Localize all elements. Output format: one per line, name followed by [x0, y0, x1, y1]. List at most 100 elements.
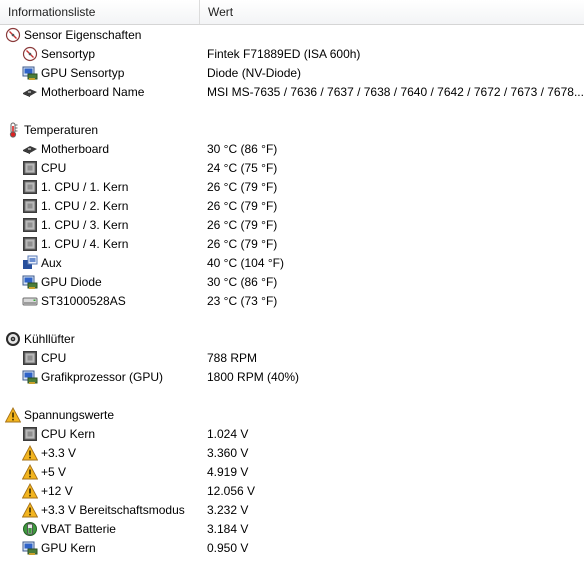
item-value: 3.360 V	[207, 445, 249, 460]
list-item-vbat-batterie[interactable]: VBAT Batterie 3.184 V	[0, 519, 584, 538]
battery-icon	[22, 521, 38, 537]
item-name-cell: 1. CPU / 2. Kern	[0, 198, 207, 214]
item-value: 30 °C (86 °F)	[207, 274, 278, 289]
cpu-chip-icon	[22, 179, 38, 195]
item-name-cell: Grafikprozessor (GPU)	[0, 369, 207, 385]
list-item-cpu[interactable]: CPU 788 RPM	[0, 348, 584, 367]
item-value: Diode (NV-Diode)	[207, 65, 302, 80]
item-value: 26 °C (79 °F)	[207, 198, 278, 213]
item-name-cell: Spannungswerte	[0, 406, 207, 423]
cpu-chip-icon	[22, 198, 38, 214]
list-item-gpu-kern[interactable]: GPU Kern 0.950 V	[0, 538, 584, 557]
motherboard-icon	[22, 84, 38, 100]
item-label: +12 V	[41, 483, 73, 498]
section-header-k-hll-fter[interactable]: Kühllüfter	[0, 329, 584, 348]
item-value: 1800 RPM (40%)	[207, 369, 300, 384]
item-name-cell: GPU Sensortyp	[0, 65, 207, 81]
item-label: Aux	[41, 255, 62, 270]
list-item-motherboard-name[interactable]: Motherboard Name MSI MS-7635 / 7636 / 763…	[0, 82, 584, 101]
item-value: 3.184 V	[207, 521, 249, 536]
gpu-card-icon	[22, 65, 38, 81]
list-item-1-cpu-4-kern[interactable]: 1. CPU / 4. Kern 26 °C (79 °F)	[0, 234, 584, 253]
item-name-cell: Temperaturen	[0, 122, 207, 138]
section-title: Temperaturen	[24, 122, 99, 137]
cpu-chip-icon	[22, 426, 38, 442]
item-label: Motherboard	[41, 141, 110, 156]
section-header-temperaturen[interactable]: Temperaturen	[0, 120, 584, 139]
column-header-information-list[interactable]: Informationsliste	[0, 0, 200, 24]
item-name-cell: 1. CPU / 4. Kern	[0, 236, 207, 252]
item-name-cell: Aux	[0, 255, 207, 271]
item-label: Grafikprozessor (GPU)	[41, 369, 164, 384]
item-value: 24 °C (75 °F)	[207, 160, 278, 175]
warning-icon	[22, 444, 38, 461]
item-name-cell: Motherboard	[0, 141, 207, 157]
item-name-cell: +3.3 V Bereitschaftsmodus	[0, 501, 207, 518]
item-name-cell: Motherboard Name	[0, 84, 207, 100]
list-item-cpu[interactable]: CPU 24 °C (75 °F)	[0, 158, 584, 177]
list-item-5-v[interactable]: +5 V 4.919 V	[0, 462, 584, 481]
list-header: Informationsliste Wert	[0, 0, 584, 25]
list-item-aux[interactable]: Aux 40 °C (104 °F)	[0, 253, 584, 272]
sensor-list-view: Informationsliste Wert Sensor Eigenschaf…	[0, 0, 584, 557]
list-item-st31000528as[interactable]: ST31000528AS 23 °C (73 °F)	[0, 291, 584, 310]
list-item-3-3-v-bereitschaftsmodus[interactable]: +3.3 V Bereitschaftsmodus 3.232 V	[0, 500, 584, 519]
thermometer-icon	[5, 122, 21, 138]
list-item-1-cpu-1-kern[interactable]: 1. CPU / 1. Kern 26 °C (79 °F)	[0, 177, 584, 196]
item-name-cell: Kühllüfter	[0, 331, 207, 347]
item-name-cell: 1. CPU / 3. Kern	[0, 217, 207, 233]
list-item-gpu-diode[interactable]: GPU Diode 30 °C (86 °F)	[0, 272, 584, 291]
item-label: +3.3 V	[41, 445, 77, 460]
item-label: CPU	[41, 160, 67, 175]
item-name-cell: CPU	[0, 160, 207, 176]
item-name-cell: ST31000528AS	[0, 293, 207, 309]
warning-icon	[22, 501, 38, 518]
item-label: 1. CPU / 4. Kern	[41, 236, 129, 251]
cpu-chip-icon	[22, 217, 38, 233]
list-item-cpu-kern[interactable]: CPU Kern 1.024 V	[0, 424, 584, 443]
item-value: MSI MS-7635 / 7636 / 7637 / 7638 / 7640 …	[207, 84, 584, 99]
item-value: 788 RPM	[207, 350, 258, 365]
list-item-motherboard[interactable]: Motherboard 30 °C (86 °F)	[0, 139, 584, 158]
item-label: GPU Sensortyp	[41, 65, 125, 80]
list-item-grafikprozessor-gpu[interactable]: Grafikprozessor (GPU) 1800 RPM (40%)	[0, 367, 584, 386]
item-name-cell: GPU Diode	[0, 274, 207, 290]
list-item-gpu-sensortyp[interactable]: GPU Sensortyp Diode (NV-Diode)	[0, 63, 584, 82]
sensor-gauge-icon	[5, 27, 21, 43]
item-value: 1.024 V	[207, 426, 249, 441]
item-name-cell: +3.3 V	[0, 444, 207, 461]
item-label: Sensortyp	[41, 46, 96, 61]
item-label: GPU Kern	[41, 540, 96, 555]
column-header-value[interactable]: Wert	[200, 0, 584, 24]
section-header-spannungswerte[interactable]: Spannungswerte	[0, 405, 584, 424]
item-name-cell: VBAT Batterie	[0, 521, 207, 537]
list-item-sensortyp[interactable]: Sensortyp Fintek F71889ED (ISA 600h)	[0, 44, 584, 63]
item-name-cell: CPU	[0, 350, 207, 366]
item-name-cell: +12 V	[0, 482, 207, 499]
item-value: 26 °C (79 °F)	[207, 179, 278, 194]
list-item-3-3-v[interactable]: +3.3 V 3.360 V	[0, 443, 584, 462]
item-value: 0.950 V	[207, 540, 249, 555]
list-item-1-cpu-2-kern[interactable]: 1. CPU / 2. Kern 26 °C (79 °F)	[0, 196, 584, 215]
item-label: CPU Kern	[41, 426, 96, 441]
item-value: 26 °C (79 °F)	[207, 236, 278, 251]
gpu-card-icon	[22, 274, 38, 290]
cpu-chip-icon	[22, 160, 38, 176]
list-item-1-cpu-3-kern[interactable]: 1. CPU / 3. Kern 26 °C (79 °F)	[0, 215, 584, 234]
section-title: Kühllüfter	[24, 331, 75, 346]
section-title: Spannungswerte	[24, 407, 115, 422]
fan-icon	[5, 331, 21, 347]
item-name-cell: Sensortyp	[0, 46, 207, 62]
warning-icon	[22, 482, 38, 499]
section-header-sensor-eigenschaften[interactable]: Sensor Eigenschaften	[0, 25, 584, 44]
gpu-card-icon	[22, 369, 38, 385]
list-item-12-v[interactable]: +12 V 12.056 V	[0, 481, 584, 500]
item-label: +3.3 V Bereitschaftsmodus	[41, 502, 185, 517]
item-label: +5 V	[41, 464, 67, 479]
item-value: 23 °C (73 °F)	[207, 293, 278, 308]
cpu-chip-icon	[22, 350, 38, 366]
item-label: CPU	[41, 350, 67, 365]
item-value: Fintek F71889ED (ISA 600h)	[207, 46, 361, 61]
